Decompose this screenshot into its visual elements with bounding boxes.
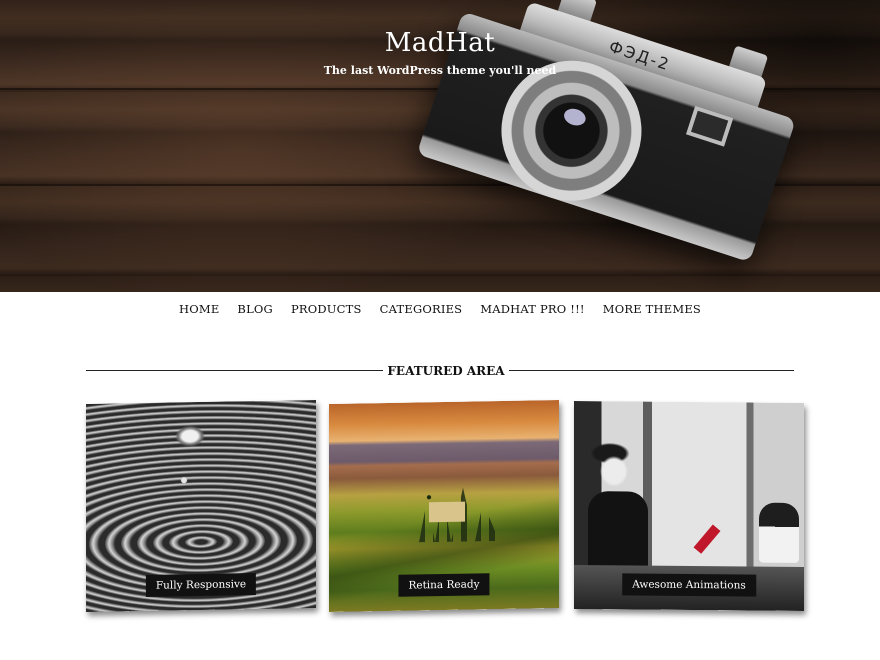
site-title[interactable]: MadHat [0, 28, 880, 58]
red-glass [693, 524, 721, 554]
featured-area-title: FEATURED AREA [387, 364, 505, 378]
nav-item-products[interactable]: PRODUCTS [291, 298, 362, 320]
main-navigation: HOME BLOG PRODUCTS CATEGORIES MADHAT PRO… [0, 298, 880, 320]
card-caption: Retina Ready [398, 573, 490, 597]
site-tagline: The last WordPress theme you'll need [323, 64, 557, 77]
nav-item-madhat-pro[interactable]: MADHAT PRO !!! [480, 298, 584, 320]
hero-header: ФЭД-2 MadHat The last WordPress theme yo… [0, 0, 880, 292]
woman-figure [588, 491, 648, 572]
nav-item-categories[interactable]: CATEGORIES [380, 298, 463, 320]
featured-card-responsive[interactable]: Fully Responsive [86, 399, 316, 613]
nav-item-blog[interactable]: BLOG [237, 298, 273, 320]
dog-figure [759, 502, 799, 563]
card-caption: Fully Responsive [145, 573, 257, 597]
nav-item-more-themes[interactable]: MORE THEMES [603, 298, 701, 320]
farmhouse [429, 501, 465, 523]
featured-card-retina[interactable]: Retina Ready [329, 399, 559, 613]
card-caption: Awesome Animations [622, 573, 756, 597]
featured-area-heading: FEATURED AREA [86, 361, 794, 381]
heading-divider-left [86, 370, 383, 371]
heading-divider-right [509, 370, 794, 371]
featured-card-animations[interactable]: Awesome Animations [574, 400, 804, 612]
nav-item-home[interactable]: HOME [179, 298, 219, 320]
